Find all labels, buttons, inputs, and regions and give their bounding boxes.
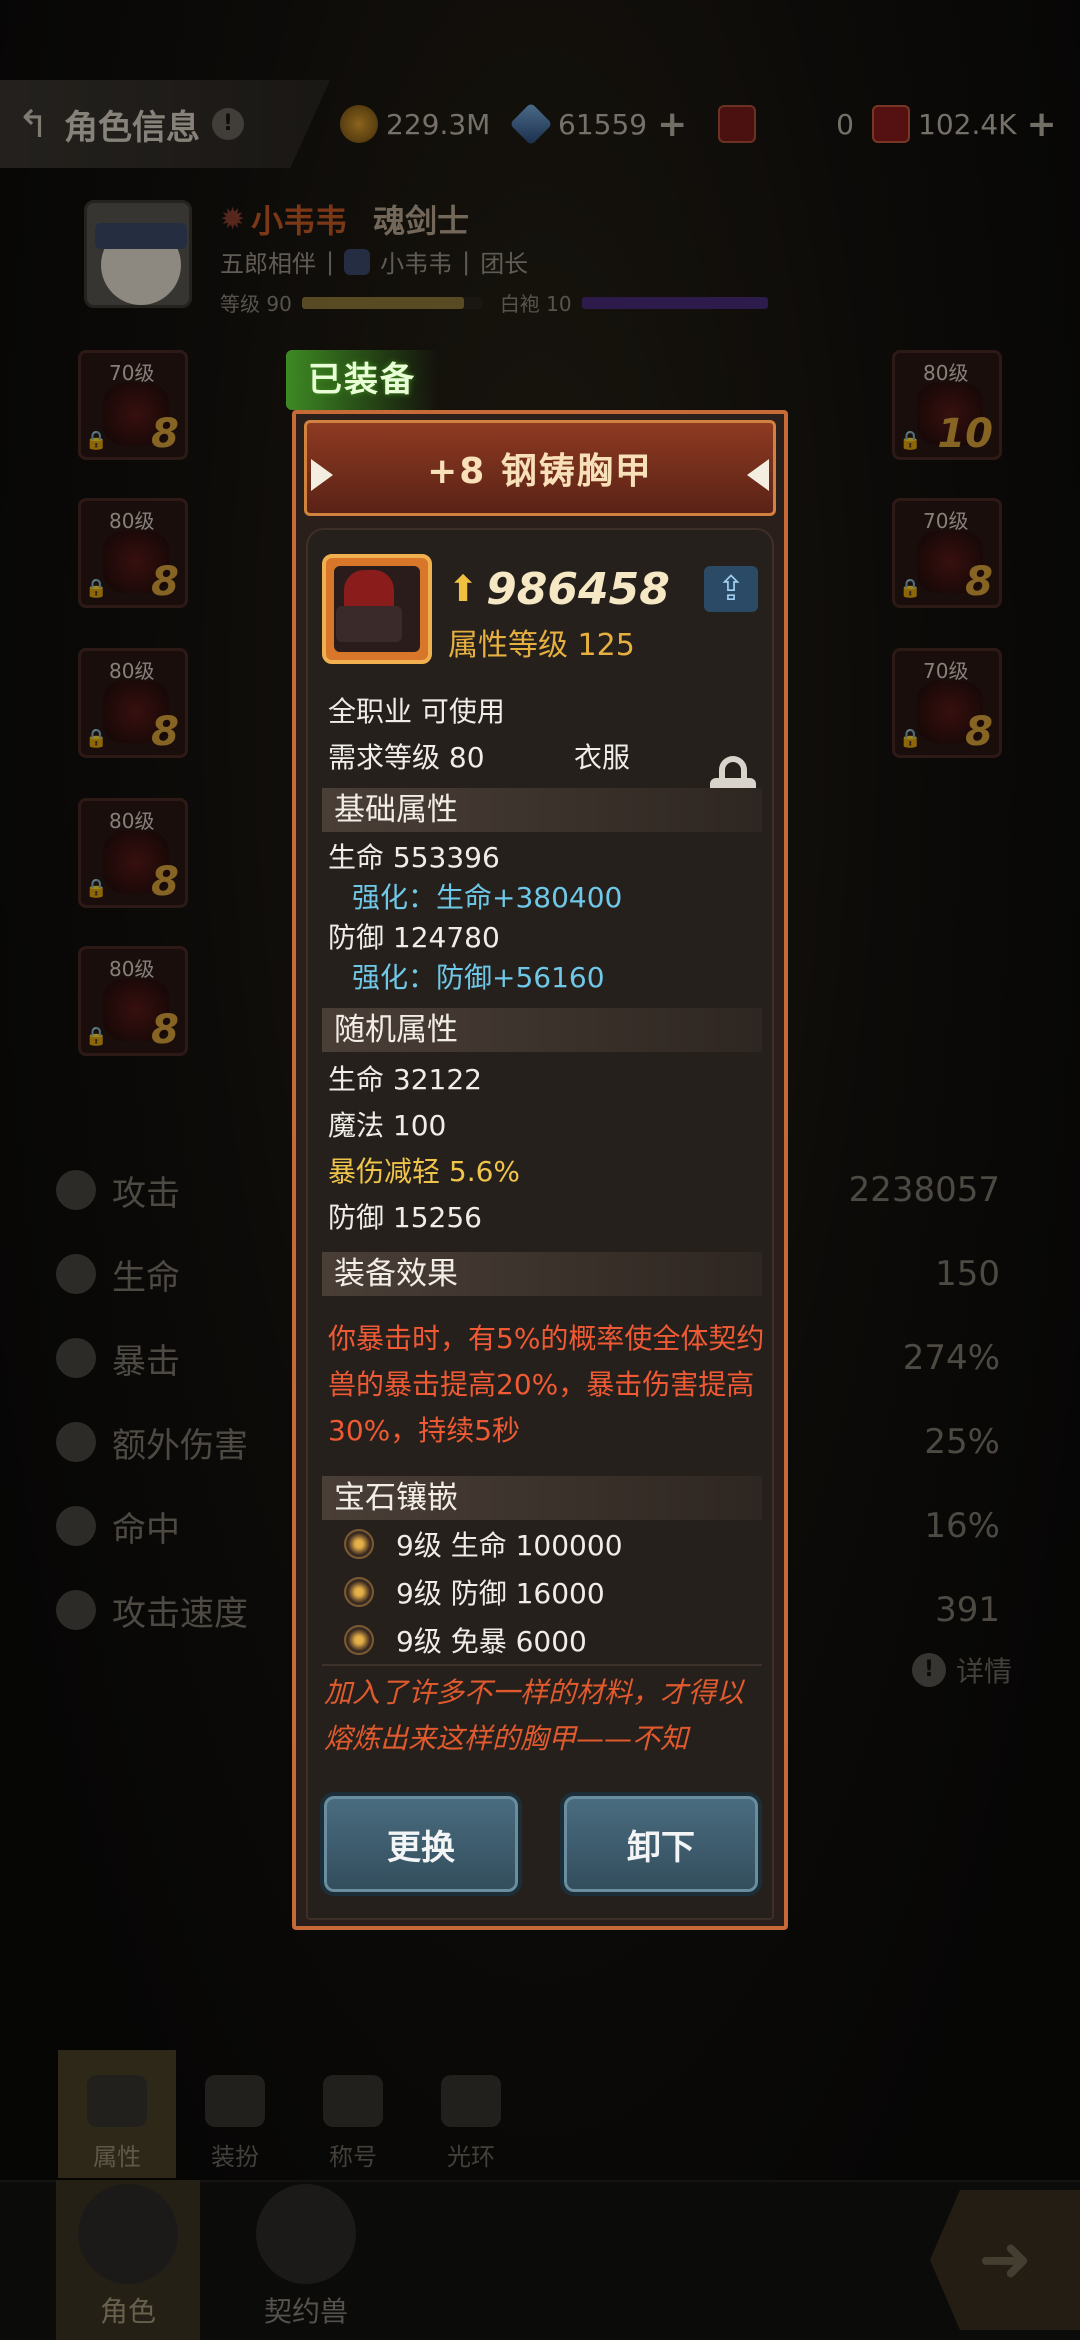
- section-equip-effect: 装备效果: [322, 1252, 762, 1296]
- divider: [322, 1664, 762, 1666]
- equip-effect-text: 你暴击时，有5%的概率使全体契约兽的暴击提高20%，暴击伤害提高30%，持续5秒: [328, 1322, 765, 1447]
- attr-level: 属性等级 125: [448, 628, 635, 663]
- base-def-enhance: 强化：防御+56160: [352, 961, 605, 994]
- gem-icon: [344, 1577, 374, 1607]
- item-icon: [322, 554, 432, 664]
- base-def: 防御 124780: [328, 921, 500, 954]
- flavor-text: 加入了许多不一样的材料，才得以熔炼出来这样的胸甲——不知: [324, 1676, 745, 1755]
- section-base-attributes: 基础属性: [322, 788, 762, 832]
- slot-type: 衣服: [574, 741, 631, 774]
- share-icon[interactable]: ⇪: [704, 566, 758, 612]
- required-level: 需求等级 80: [328, 741, 485, 774]
- modal-header: +8 钢铸胸甲: [304, 420, 776, 516]
- random-attr: 暴伤减轻 5.6%: [328, 1155, 521, 1188]
- replace-button[interactable]: 更换: [320, 1792, 522, 1896]
- base-hp: 生命 553396: [328, 841, 500, 874]
- random-attr: 防御 15256: [328, 1201, 482, 1234]
- power-value: 986458: [486, 564, 670, 615]
- unequip-button[interactable]: 卸下: [560, 1792, 762, 1896]
- random-attr: 生命 32122: [328, 1063, 482, 1096]
- power-row: ⬆ 986458: [448, 564, 670, 615]
- gem-row: 9级 防御 16000: [344, 1572, 605, 1612]
- gem-row: 9级 免暴 6000: [344, 1620, 587, 1660]
- gem-icon: [344, 1625, 374, 1655]
- item-detail-modal: +8 钢铸胸甲 ⬆ 986458 属性等级 125 ⇪ 全职业 可使用 需求等级…: [292, 410, 788, 1930]
- next-item-arrow-icon[interactable]: [747, 459, 769, 491]
- modal-body: ⬆ 986458 属性等级 125 ⇪ 全职业 可使用 需求等级 80 衣服 基…: [306, 528, 774, 1920]
- power-icon: ⬆: [448, 569, 479, 610]
- random-attr: 魔法 100: [328, 1109, 447, 1142]
- equipped-tag: 已装备: [286, 350, 438, 410]
- usable-text: 全职业 可使用: [328, 695, 505, 728]
- section-gem-inlay: 宝石镶嵌: [322, 1476, 762, 1520]
- prev-item-arrow-icon[interactable]: [311, 459, 333, 491]
- section-random-attributes: 随机属性: [322, 1008, 762, 1052]
- gem-row: 9级 生命 100000: [344, 1524, 623, 1564]
- item-title: +8 钢铸胸甲: [427, 451, 653, 492]
- base-hp-enhance: 强化：生命+380400: [352, 881, 623, 914]
- gem-icon: [344, 1529, 374, 1559]
